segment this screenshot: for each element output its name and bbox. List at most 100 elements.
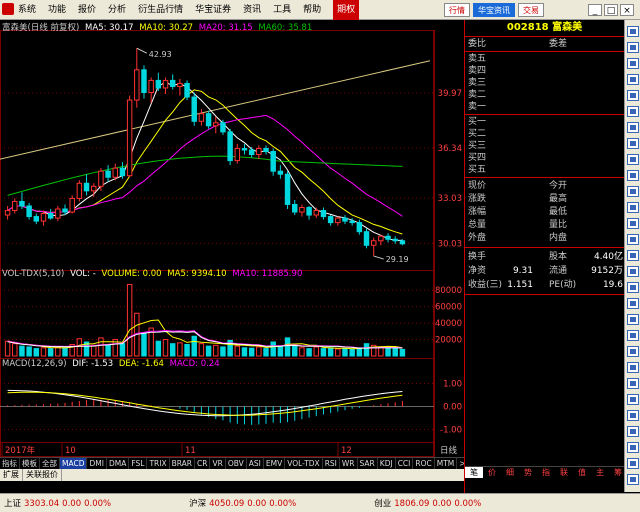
candlestick[interactable] <box>370 237 377 257</box>
maximize-icon[interactable]: □ <box>604 4 618 16</box>
tool-button-icon[interactable] <box>627 330 639 341</box>
candlestick[interactable] <box>363 228 370 249</box>
volume-bar[interactable] <box>205 345 212 357</box>
quote-tab[interactable]: 指 <box>537 467 555 478</box>
candlestick[interactable] <box>169 74 176 90</box>
volume-bar[interactable] <box>169 343 176 357</box>
candlestick[interactable] <box>155 72 162 91</box>
tool-button-icon[interactable] <box>627 90 639 101</box>
candlestick[interactable] <box>141 65 147 99</box>
volume-bar[interactable] <box>241 347 248 357</box>
volume-bar[interactable] <box>335 348 341 357</box>
candlestick[interactable] <box>69 195 75 214</box>
tool-button-icon[interactable] <box>627 314 639 325</box>
candlestick[interactable] <box>162 77 169 95</box>
volume-bar[interactable] <box>119 343 126 357</box>
indicator-tab[interactable]: KDJ <box>378 458 396 469</box>
tool-button-icon[interactable] <box>627 186 639 197</box>
candlestick[interactable] <box>191 92 197 126</box>
tool-button-icon[interactable] <box>627 122 639 133</box>
candlestick[interactable] <box>392 236 398 244</box>
candlestick[interactable] <box>55 205 61 222</box>
indicator-tab[interactable]: 指标 <box>0 458 20 469</box>
volume-bar[interactable] <box>306 348 312 357</box>
tool-button-icon[interactable] <box>627 234 639 245</box>
tool-button-icon[interactable] <box>627 282 639 293</box>
indicator-tab[interactable]: DMA <box>107 458 130 469</box>
candlestick[interactable] <box>248 146 255 158</box>
volume-bar[interactable] <box>399 348 406 357</box>
candlestick[interactable] <box>205 110 212 129</box>
indicator-tab[interactable]: 模板 <box>20 458 40 469</box>
tool-button-icon[interactable] <box>627 362 639 373</box>
candlestick[interactable] <box>177 78 183 96</box>
candlestick[interactable] <box>47 209 54 220</box>
candlestick[interactable] <box>227 128 233 166</box>
menu-item[interactable]: 报价 <box>78 0 96 20</box>
tool-button-icon[interactable] <box>627 346 639 357</box>
tool-button-icon[interactable] <box>627 394 639 405</box>
candlestick[interactable] <box>378 234 384 246</box>
tool-button-icon[interactable] <box>627 410 639 421</box>
index-quote[interactable]: 沪深 4050.09 0.00 0.00% <box>189 497 296 509</box>
candlestick[interactable] <box>198 109 205 126</box>
index-quote[interactable]: 创业 1806.09 0.00 0.00% <box>374 497 481 509</box>
tool-button-icon[interactable] <box>627 298 639 309</box>
candlestick[interactable] <box>313 207 319 219</box>
volume-bar[interactable] <box>198 343 205 357</box>
volume-bar[interactable] <box>162 339 169 357</box>
menu-item[interactable]: 帮助 <box>303 0 321 20</box>
indicator-tab[interactable]: 全部 <box>40 458 60 469</box>
quote-tab[interactable]: 价 <box>483 467 501 478</box>
chart-canvas[interactable]: 39.97 36.34 33.03 30.03 42.93 29.19 80000 60000… <box>0 20 464 457</box>
volume-bar[interactable] <box>284 337 291 357</box>
indicator-tab[interactable]: WR <box>340 458 358 469</box>
menu-item[interactable]: 分析 <box>108 0 126 20</box>
minimize-icon[interactable]: _ <box>588 4 602 16</box>
indicator-tab[interactable]: SAR <box>358 458 378 469</box>
tool-button-icon[interactable] <box>627 474 639 485</box>
candlestick[interactable] <box>126 95 133 178</box>
volume-bar[interactable] <box>19 345 25 357</box>
tool-button-icon[interactable] <box>627 170 639 181</box>
tool-button-icon[interactable] <box>627 106 639 117</box>
menu-item[interactable]: 期权 <box>333 0 360 20</box>
quote-tab[interactable]: 值 <box>573 467 591 478</box>
tool-button-icon[interactable] <box>627 154 639 165</box>
menu-item[interactable]: 系统 <box>18 0 36 20</box>
quote-tab[interactable]: 主 <box>591 467 609 478</box>
volume-bar[interactable] <box>277 345 284 357</box>
volume-bar[interactable] <box>177 342 183 357</box>
candlestick[interactable] <box>234 143 241 164</box>
quote-tab[interactable]: 笔 <box>465 467 483 478</box>
indicator-tab[interactable]: TRIX <box>147 458 170 469</box>
volume-bar[interactable] <box>299 347 305 357</box>
indicator-tab[interactable]: CR <box>195 458 211 469</box>
volume-bar[interactable] <box>363 343 370 357</box>
indicator-tab[interactable]: CCI <box>396 458 414 469</box>
top-tab[interactable]: 华宝资讯 <box>473 3 515 17</box>
tool-button-icon[interactable] <box>627 138 639 149</box>
volume-bar[interactable] <box>12 343 18 357</box>
volume-bar[interactable] <box>320 348 327 357</box>
tool-button-icon[interactable] <box>627 378 639 389</box>
indicator-tab[interactable]: OBV <box>226 458 247 469</box>
volume-bar[interactable] <box>220 346 226 357</box>
volume-bar[interactable] <box>292 344 298 357</box>
candlestick[interactable] <box>76 180 83 202</box>
period-label[interactable]: 日线 <box>440 445 458 456</box>
volume-bar[interactable] <box>40 347 47 357</box>
volume-bar[interactable] <box>47 348 54 357</box>
candlestick[interactable] <box>356 219 363 235</box>
volume-bar[interactable] <box>126 283 133 357</box>
sub-tab[interactable]: 关联报价 <box>23 469 62 481</box>
indicator-tab[interactable]: ASI <box>247 458 264 469</box>
candlestick[interactable] <box>263 145 269 155</box>
tool-button-icon[interactable] <box>627 266 639 277</box>
indicator-tab[interactable]: VR <box>210 458 226 469</box>
candlestick[interactable] <box>299 204 305 217</box>
candlestick[interactable] <box>277 165 284 179</box>
volume-bar[interactable] <box>191 335 197 357</box>
candlestick[interactable] <box>335 216 341 226</box>
sub-tab[interactable]: 扩展 <box>0 469 23 481</box>
